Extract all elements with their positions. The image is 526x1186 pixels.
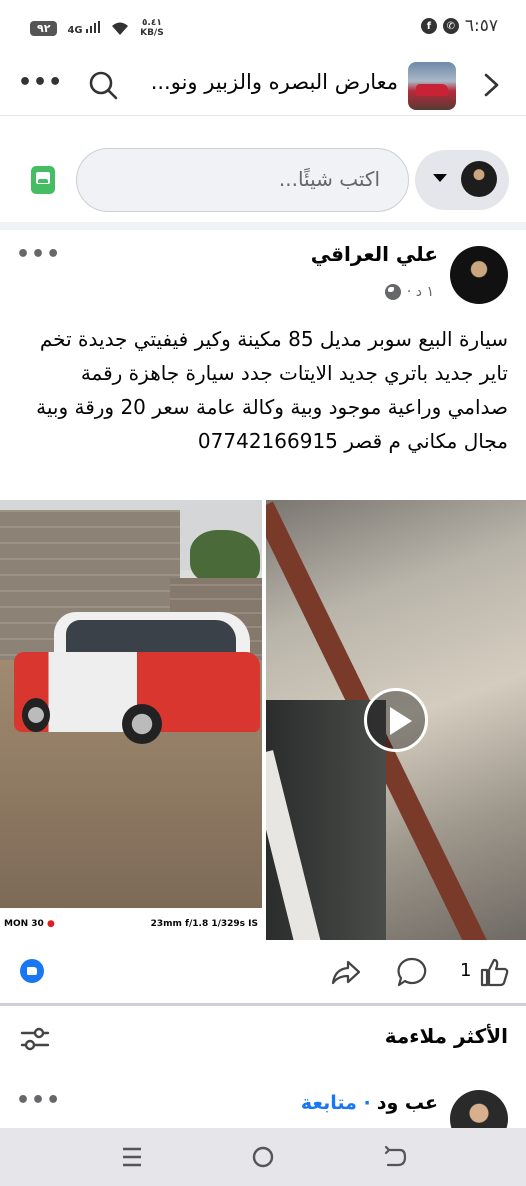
post-text: سيارة البيع سوبر مديل 85 مكينة وكير فيفي… xyxy=(36,327,508,453)
facebook-icon: f xyxy=(420,18,437,34)
system-nav-bar xyxy=(0,1128,526,1186)
composer-placeholder: اكتب شيئًا... xyxy=(278,167,380,191)
car-front-wheel xyxy=(22,698,50,732)
group-thumbnail[interactable] xyxy=(408,62,456,110)
net-speed-value: ٥.٤١ xyxy=(141,18,162,28)
composer-input[interactable]: اكتب شيئًا... xyxy=(76,148,409,212)
follow-button[interactable]: · متابعة xyxy=(301,1092,371,1114)
car-rear-wheel xyxy=(122,704,162,744)
clock: ٦:٥٧ xyxy=(464,16,498,36)
comment-author[interactable]: عب ود xyxy=(377,1092,438,1114)
signal-icon xyxy=(86,20,101,33)
status-right: f ✆ ٦:٥٧ xyxy=(420,16,498,36)
photo-tree xyxy=(190,530,260,585)
back-nav-icon[interactable] xyxy=(380,1142,410,1172)
wifi-icon xyxy=(112,22,129,35)
like-reaction-icon[interactable] xyxy=(20,959,44,983)
comment-icon[interactable] xyxy=(396,956,428,988)
photo-caption-left-text: MON 30 xyxy=(4,919,44,929)
post-actions: 1 xyxy=(0,940,526,1006)
sort-label[interactable]: الأكثر ملاءمة xyxy=(385,1024,508,1048)
post-author[interactable]: علي العراقي xyxy=(311,242,438,266)
play-icon[interactable] xyxy=(364,688,428,752)
comment-more-icon[interactable]: ••• xyxy=(16,1088,61,1113)
car-windows xyxy=(66,620,236,654)
photo-caption-right: 23mm f/1.8 1/329s IS xyxy=(150,919,258,929)
post-meta: ١ د · xyxy=(384,284,434,300)
status-left: ٩٢ 4G ٥.٤١ KB/S xyxy=(30,18,164,38)
profile-switcher[interactable] xyxy=(415,150,509,210)
back-arrow-icon[interactable] xyxy=(480,70,504,100)
post-composer: اكتب شيئًا... xyxy=(0,116,526,230)
search-icon[interactable] xyxy=(88,70,118,100)
whatsapp-icon: ✆ xyxy=(442,18,459,34)
car-photo[interactable]: MON 30 ● 23mm f/1.8 1/329s IS xyxy=(0,500,262,940)
group-title[interactable]: معارض البصره والزبير ونو... xyxy=(138,70,398,94)
post-more-icon[interactable]: ••• xyxy=(16,242,61,267)
more-options-icon[interactable]: ••• xyxy=(18,70,63,95)
post-time[interactable]: ١ د · xyxy=(407,284,434,300)
network-indicator: 4G xyxy=(67,20,101,36)
home-icon[interactable] xyxy=(248,1142,278,1172)
avatar xyxy=(461,161,497,197)
post-header: ••• علي العراقي ١ د · xyxy=(0,230,526,310)
like-icon[interactable] xyxy=(478,956,510,988)
comment-item: ••• عب ود · متابعة xyxy=(0,1070,526,1148)
red-dot-icon: ● xyxy=(46,919,55,929)
status-bar: ٩٢ 4G ٥.٤١ KB/S f ✆ ٦:٥٧ xyxy=(0,0,526,56)
share-icon[interactable] xyxy=(330,956,362,988)
comments-sort: الأكثر ملاءمة xyxy=(0,1006,526,1070)
car xyxy=(14,612,260,744)
author-avatar[interactable] xyxy=(450,246,508,304)
photo-icon[interactable] xyxy=(31,166,55,194)
recent-apps-icon[interactable] xyxy=(117,1142,147,1172)
filter-icon[interactable] xyxy=(20,1026,50,1052)
globe-icon xyxy=(384,284,401,300)
group-header: ••• معارض البصره والزبير ونو... xyxy=(0,56,526,116)
caret-down-icon xyxy=(433,174,447,182)
post-media: MON 30 ● 23mm f/1.8 1/329s IS xyxy=(0,500,526,940)
net-speed: ٥.٤١ KB/S xyxy=(140,18,164,38)
video-thumbnail[interactable] xyxy=(266,500,526,940)
comment-author-row: عب ود · متابعة xyxy=(301,1092,438,1114)
network-label: 4G xyxy=(67,24,83,36)
net-speed-unit: KB/S xyxy=(140,28,164,38)
photo-caption-left: MON 30 ● xyxy=(4,919,55,929)
battery-indicator: ٩٢ xyxy=(30,20,58,36)
photo-caption: MON 30 ● 23mm f/1.8 1/329s IS xyxy=(0,908,262,940)
like-count: 1 xyxy=(460,960,472,981)
